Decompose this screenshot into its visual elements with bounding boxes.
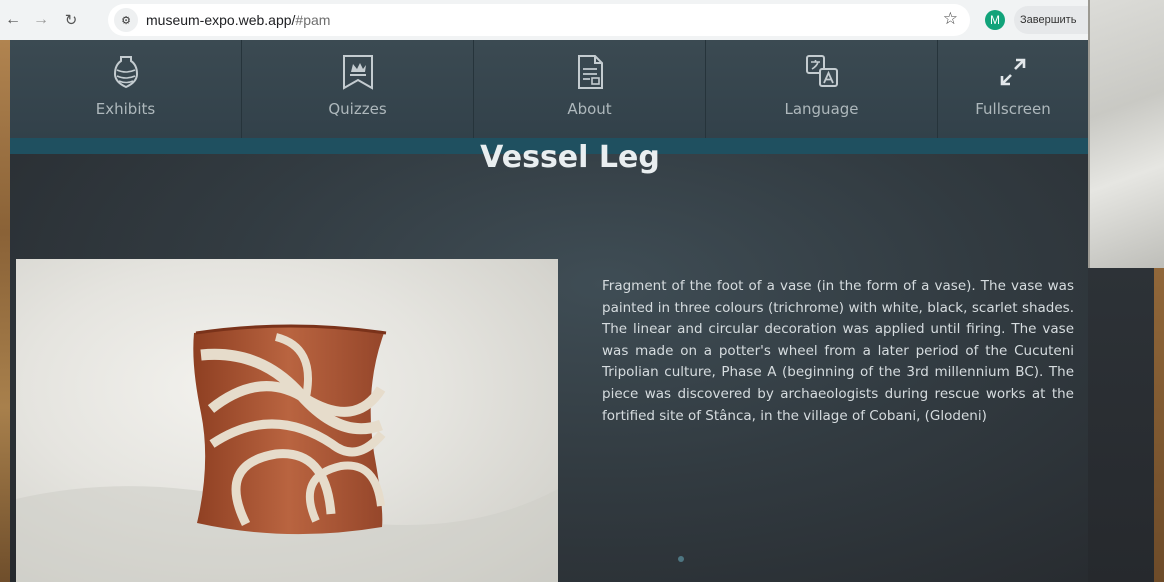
nav-about-label: About	[567, 100, 612, 118]
exhibit-photo	[16, 259, 558, 582]
nav-language[interactable]: Language	[706, 40, 938, 138]
exhibit-title: Vessel Leg	[480, 140, 660, 175]
nav-quizzes-label: Quizzes	[328, 100, 387, 118]
particle-dot	[678, 556, 684, 562]
nav-fullscreen-label: Fullscreen	[975, 100, 1051, 118]
exhibit-description: Fragment of the foot of a vase (in the f…	[602, 278, 1074, 424]
finish-session-button[interactable]: Завершить	[1014, 6, 1088, 34]
nav-about[interactable]: About	[474, 40, 706, 138]
expand-icon	[1000, 58, 1026, 86]
vase-icon	[113, 56, 138, 89]
site-info-icon[interactable]: ⚙	[114, 8, 138, 32]
app-edge	[1088, 268, 1154, 582]
forward-arrow-icon[interactable]: →	[30, 11, 52, 29]
profile-avatar[interactable]: M	[985, 10, 1005, 30]
browser-toolbar: ← → ↻ ⚙ museum-expo.web.app/#pam ☆ M Зав…	[0, 0, 1088, 40]
nav-language-label: Language	[784, 100, 859, 118]
crown-bookmark-icon	[342, 55, 373, 90]
translate-icon	[805, 55, 838, 87]
nav-exhibits[interactable]: Exhibits	[10, 40, 242, 138]
vessel-image	[16, 324, 558, 582]
nav-exhibits-label: Exhibits	[95, 100, 156, 118]
nav-quizzes[interactable]: Quizzes	[242, 40, 474, 138]
reload-icon[interactable]: ↻	[60, 11, 82, 29]
museum-app: Exhibits Quizzes About Language Fullscre…	[10, 40, 1088, 582]
back-arrow-icon[interactable]: ←	[2, 11, 24, 29]
bookmark-star-icon[interactable]: ☆	[943, 9, 958, 29]
background-photo-fragment	[1088, 0, 1164, 268]
nav-fullscreen[interactable]: Fullscreen	[938, 40, 1088, 138]
document-icon	[577, 55, 603, 89]
address-bar[interactable]: ⚙ museum-expo.web.app/#pam ☆	[108, 4, 970, 36]
main-nav: Exhibits Quizzes About Language Fullscre…	[10, 40, 1088, 138]
url-text[interactable]: museum-expo.web.app/#pam	[146, 12, 330, 28]
